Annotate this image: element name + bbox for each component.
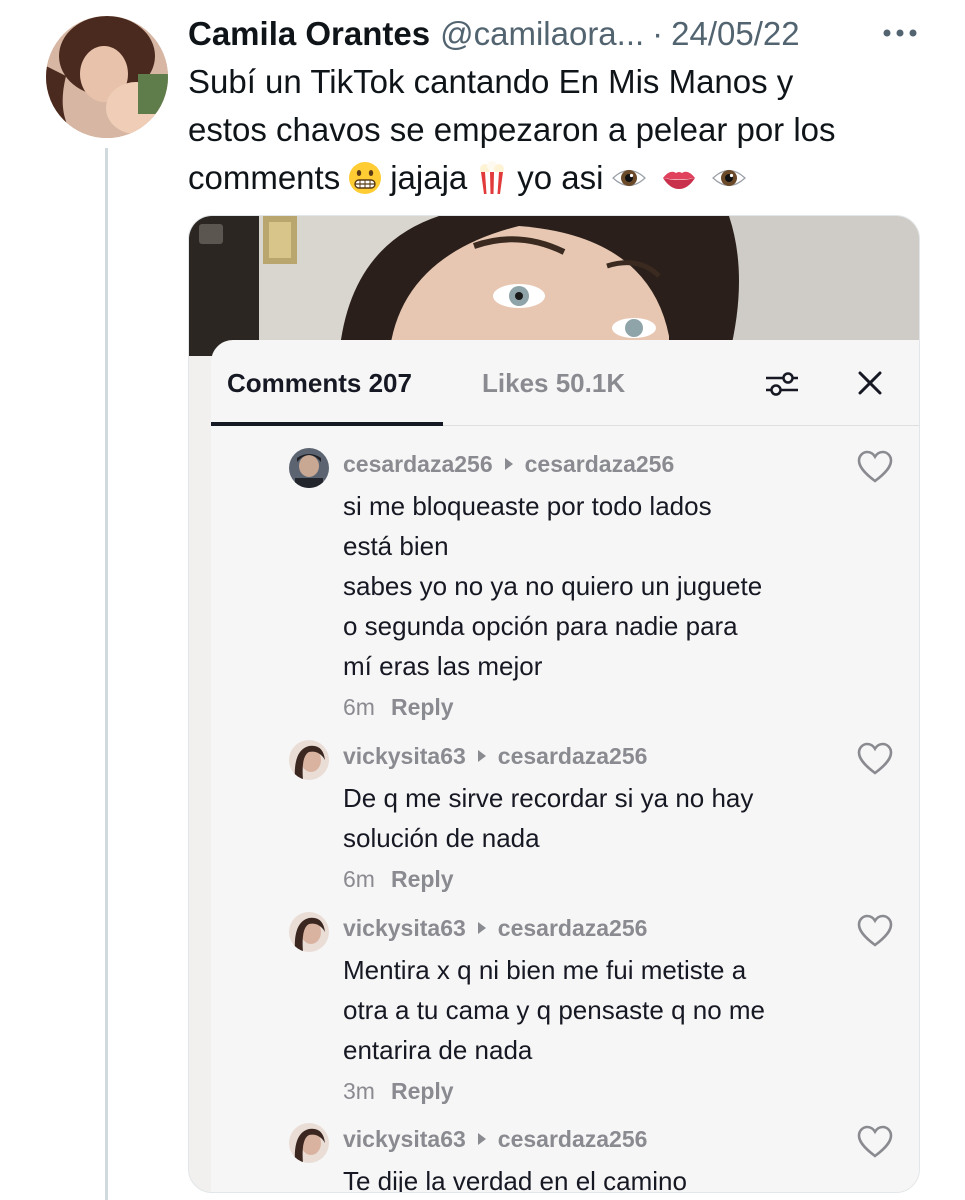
tab-comments[interactable]: Comments 207 [227,368,412,399]
reply-arrow-icon [477,922,486,934]
comment-text-line: Te dije la verdad en el camino [343,1166,687,1193]
tweet-text-line: comments [188,159,341,196]
tweet-text-line: yo asi [517,159,604,196]
reply-arrow-icon [504,458,513,470]
comments-panel: Comments 207 Likes 50.1K cesardaza256 ce… [211,340,919,1193]
comment-text: Mentira x q ni bien me fui metiste a otr… [343,950,863,1070]
comment-meta: vickysita63 cesardaza256 [343,740,647,772]
header-separator: · [652,15,664,52]
comment-reply-to[interactable]: cesardaza256 [498,1126,648,1153]
tweet-text-line: jajaja [390,159,468,196]
tweet-date[interactable]: 24/05/22 [671,15,799,53]
tweet-text: Subí un TikTok cantando En Mis Manos y e… [188,58,928,202]
grimacing-face-emoji-icon [349,162,382,194]
reply-button[interactable]: Reply [391,1078,454,1105]
reply-arrow-icon [477,1133,486,1145]
comment-username[interactable]: cesardaza256 [343,451,493,478]
active-tab-indicator [211,422,443,426]
comment-text: De q me sirve recordar si ya no hay solu… [343,778,863,858]
author-name[interactable]: Camila Orantes [188,15,430,53]
comment-username[interactable]: vickysita63 [343,743,466,770]
comment-text: si me bloqueaste por todo lados está bie… [343,486,863,686]
video-thumbnail [189,216,919,356]
comment-time: 6m [343,865,375,892]
comment-text: Te dije la verdad en el camino [343,1161,863,1193]
comment-text-line: De q me sirve recordar si ya no hay [343,783,754,813]
comment-item: vickysita63 cesardaza256 De q me sirve r… [211,740,919,892]
tweet-text-line: Subí un TikTok cantando En Mis Manos y [188,63,794,100]
commenter-avatar[interactable] [289,448,329,488]
comment-text-line: solución de nada [343,823,540,853]
like-heart-icon[interactable] [857,914,893,948]
filter-sliders-icon[interactable] [764,370,800,398]
comment-text-line: o segunda opción para nadie para [343,611,738,641]
reply-arrow-icon [477,750,486,762]
comments-tabs: Comments 207 Likes 50.1K [211,340,919,426]
comment-text-line: otra a tu cama y q pensaste q no me [343,995,766,1025]
comment-footer: 6m Reply [343,691,454,723]
comment-text-line: Mentira x q ni bien me fui metiste a [343,955,747,985]
comment-reply-to[interactable]: cesardaza256 [525,451,675,478]
comment-meta: vickysita63 cesardaza256 [343,912,647,944]
comment-item: cesardaza256 cesardaza256 si me bloqueas… [211,448,919,720]
comment-footer: 6m Reply [343,863,454,895]
like-heart-icon[interactable] [857,742,893,776]
comment-username[interactable]: vickysita63 [343,1126,466,1153]
popcorn-emoji-icon [480,161,505,194]
comment-username[interactable]: vickysita63 [343,915,466,942]
comment-reply-to[interactable]: cesardaza256 [498,743,648,770]
comment-item: vickysita63 cesardaza256 Te dije la verd… [211,1123,919,1193]
tweet-media[interactable]: Comments 207 Likes 50.1K cesardaza256 ce… [188,215,920,1193]
thread-line [105,148,108,1200]
comment-time: 3m [343,1077,375,1104]
comment-footer: 3m Reply [343,1075,454,1107]
reply-button[interactable]: Reply [391,866,454,893]
tweet-header: Camila Orantes @camilaora... · 24/05/22 [188,14,800,54]
eye-emoji-icon [711,169,746,187]
more-options-icon[interactable] [882,26,918,40]
tweet-text-line: estos chavos se empezaron a pelear por l… [188,111,836,148]
reply-button[interactable]: Reply [391,694,454,721]
comment-text-line: si me bloqueaste por todo lados [343,491,712,521]
comment-item: vickysita63 cesardaza256 Mentira x q ni … [211,912,919,1104]
comment-meta: cesardaza256 cesardaza256 [343,448,674,480]
comment-text-line: está bien [343,531,449,561]
author-handle[interactable]: @camilaora... [440,15,644,53]
author-avatar[interactable] [46,16,168,138]
like-heart-icon[interactable] [857,1125,893,1159]
comment-text-line: entarira de nada [343,1035,533,1065]
tab-likes[interactable]: Likes 50.1K [482,368,625,399]
comment-text-line: mí eras las mejor [343,651,543,681]
commenter-avatar[interactable] [289,912,329,952]
close-icon[interactable] [855,368,885,398]
comment-reply-to[interactable]: cesardaza256 [498,915,648,942]
comment-meta: vickysita63 cesardaza256 [343,1123,647,1155]
commenter-avatar[interactable] [289,1123,329,1163]
lips-emoji-icon [662,171,695,189]
comment-time: 6m [343,693,375,720]
eye-emoji-icon [611,169,646,187]
commenter-avatar[interactable] [289,740,329,780]
comment-text-line: sabes yo no ya no quiero un juguete [343,571,763,601]
like-heart-icon[interactable] [857,450,893,484]
